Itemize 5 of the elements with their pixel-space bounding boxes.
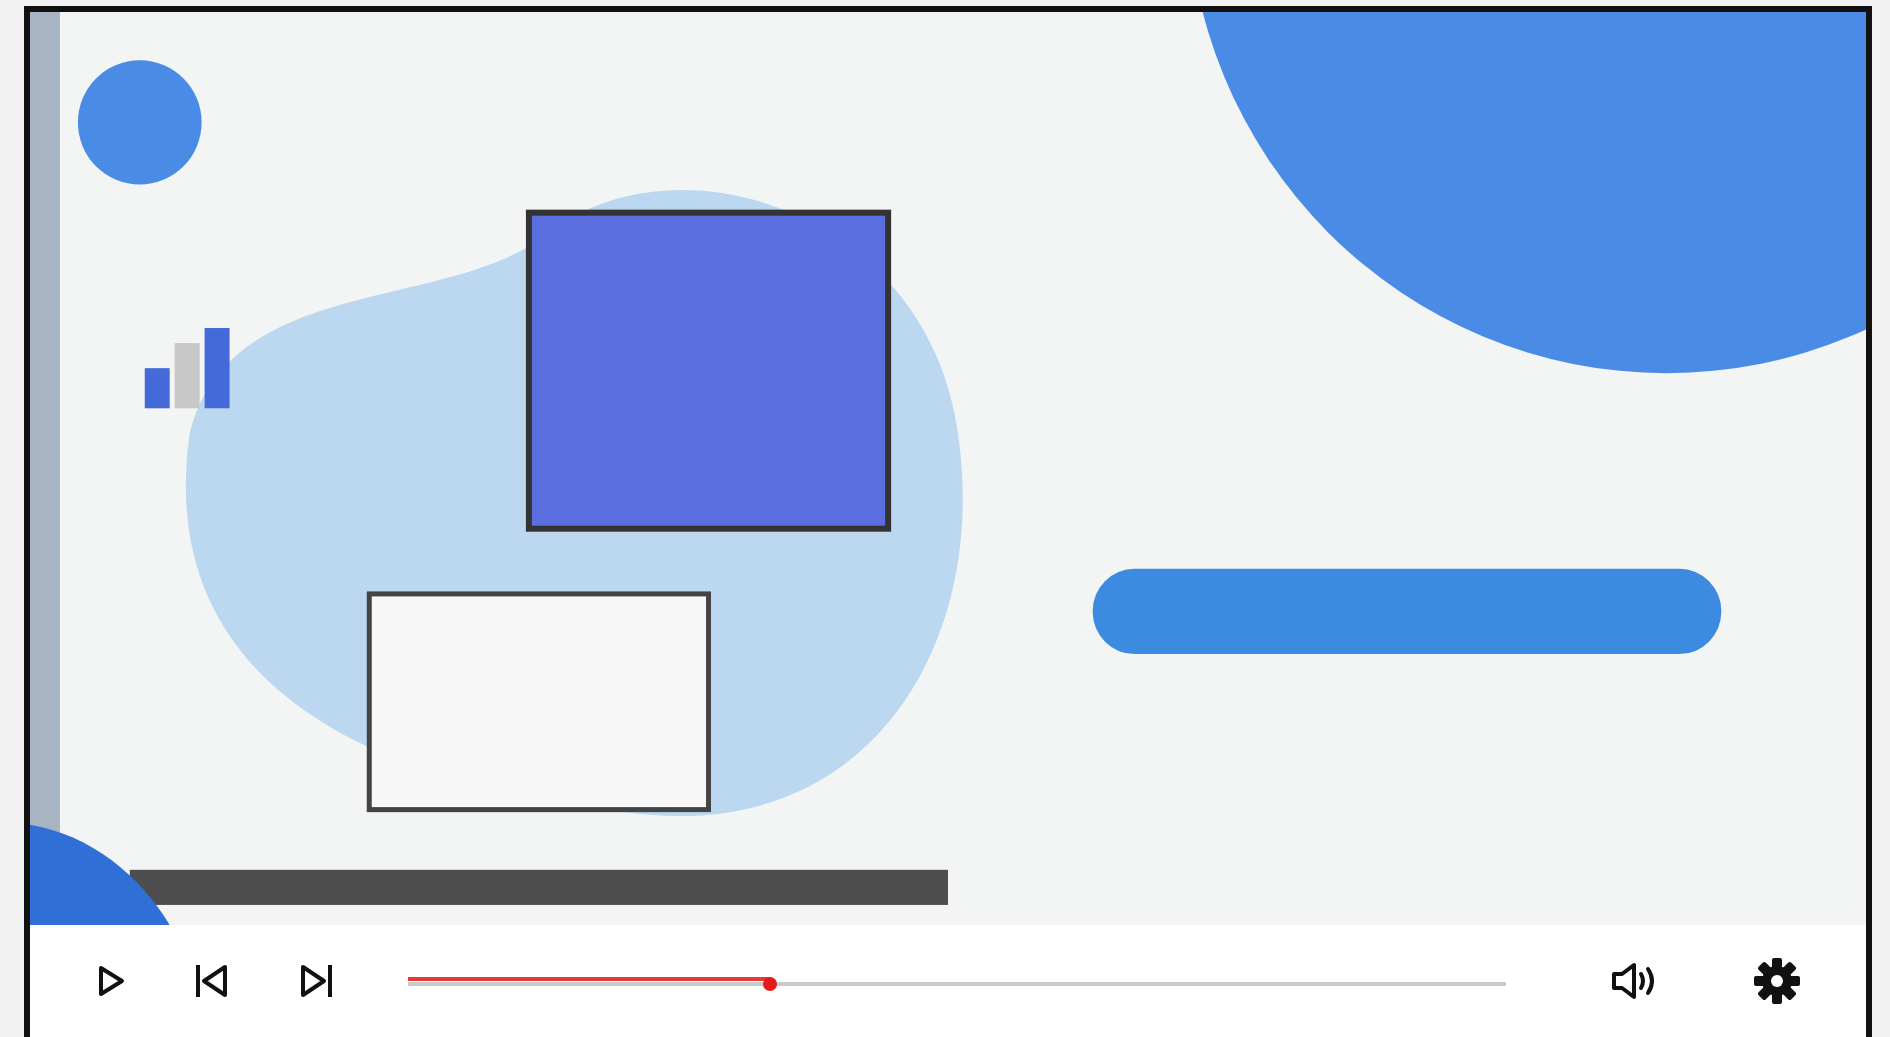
settings-icon	[1752, 956, 1802, 1006]
skip-forward-icon	[298, 962, 334, 1000]
progress-thumb[interactable]	[763, 976, 778, 991]
play-icon	[96, 964, 126, 998]
skip-back-icon	[194, 962, 230, 1000]
